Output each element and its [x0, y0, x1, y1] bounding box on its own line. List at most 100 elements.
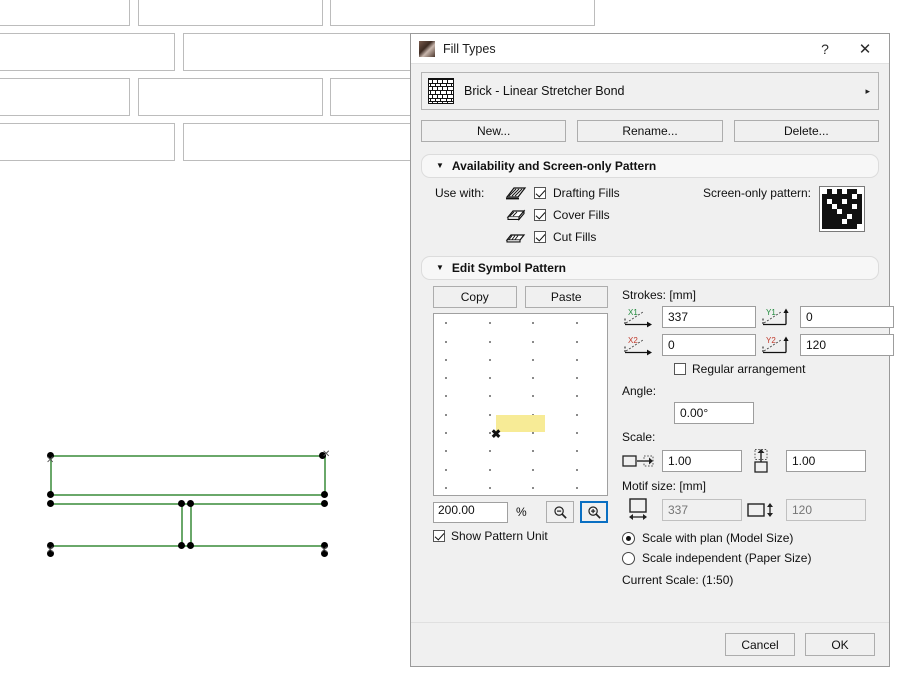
brick-shape[interactable]: [0, 123, 175, 161]
radio-button[interactable]: [622, 532, 635, 545]
brick-shape[interactable]: [183, 123, 448, 161]
grid-dot: [445, 322, 447, 324]
cancel-button[interactable]: Cancel: [725, 633, 795, 656]
scale-x-input[interactable]: 1.00: [662, 450, 742, 472]
pattern-unit-highlight[interactable]: [496, 415, 545, 432]
scale-y-input[interactable]: 1.00: [786, 450, 866, 472]
fill-brush-icon: [419, 41, 435, 57]
brick-shape[interactable]: [0, 78, 130, 116]
scale-mode-option-0[interactable]: Scale with plan (Model Size): [622, 528, 894, 548]
pattern-origin-marker[interactable]: ✖: [491, 429, 501, 439]
chevron-right-icon[interactable]: ▸: [865, 86, 870, 97]
scale-vertical-icon: [746, 448, 782, 474]
grid-dot: [489, 450, 491, 452]
y2-input[interactable]: 120: [800, 334, 894, 356]
x2-input[interactable]: 0: [662, 334, 756, 356]
wall-line[interactable]: [324, 455, 326, 495]
dialog-titlebar[interactable]: Fill Types ? ✕: [411, 34, 889, 64]
chevron-down-icon[interactable]: ▼: [436, 264, 444, 272]
checkbox[interactable]: [534, 209, 546, 221]
option-label: Cover Fills: [553, 208, 610, 222]
motif-height-icon: [746, 500, 782, 520]
brick-shape[interactable]: [138, 0, 323, 26]
wall-line[interactable]: [50, 494, 325, 496]
wall-end-marker: ✕: [46, 457, 54, 465]
new-button[interactable]: New...: [421, 120, 566, 142]
screen-only-pattern-label: Screen-only pattern:: [703, 186, 811, 200]
brick-shape[interactable]: [0, 33, 175, 71]
wall-node-handle[interactable]: [321, 500, 328, 507]
wall-node-handle[interactable]: [47, 491, 54, 498]
y1-axis-icon: Y1: [760, 306, 796, 328]
zoom-percent-unit: %: [514, 505, 527, 519]
grid-dot: [445, 487, 447, 489]
svg-text:X2: X2: [628, 336, 638, 345]
use-with-option-cover-fills[interactable]: Cover Fills: [505, 206, 620, 224]
chevron-down-icon[interactable]: ▼: [436, 162, 444, 170]
wall-node-handle[interactable]: [47, 500, 54, 507]
pattern-preview-canvas[interactable]: ✖: [433, 313, 608, 496]
grid-dot: [445, 414, 447, 416]
wall-line[interactable]: [190, 503, 192, 545]
brick-shape[interactable]: [138, 78, 323, 116]
scale-mode-option-1[interactable]: Scale independent (Paper Size): [622, 548, 894, 568]
availability-group-header[interactable]: ▼ Availability and Screen-only Pattern: [422, 155, 878, 177]
radio-button[interactable]: [622, 552, 635, 565]
show-pattern-unit-row[interactable]: Show Pattern Unit: [433, 529, 608, 543]
x1-input[interactable]: 337: [662, 306, 756, 328]
zoom-out-icon[interactable]: [546, 501, 574, 523]
svg-text:Y1: Y1: [766, 308, 776, 317]
show-pattern-unit-label: Show Pattern Unit: [451, 529, 548, 543]
grid-dot: [532, 469, 534, 471]
close-icon[interactable]: ✕: [845, 35, 885, 63]
x2-axis-icon: X2: [622, 334, 658, 356]
grid-dot: [489, 414, 491, 416]
grid-dot: [576, 432, 578, 434]
ok-button[interactable]: OK: [805, 633, 875, 656]
brick-shape[interactable]: [330, 0, 595, 26]
wall-line[interactable]: [181, 503, 183, 545]
checkbox[interactable]: [534, 231, 546, 243]
edit-symbol-body: Copy Paste ✖ 200.00 %: [421, 282, 879, 595]
edit-symbol-pattern-group: ▼ Edit Symbol Pattern: [421, 256, 879, 280]
wall-node-handle[interactable]: [187, 500, 194, 507]
angle-input[interactable]: 0.00°: [674, 402, 754, 424]
use-with-option-drafting-fills[interactable]: Drafting Fills: [505, 184, 620, 202]
paste-button[interactable]: Paste: [525, 286, 609, 308]
zoom-percent-input[interactable]: 200.00: [433, 502, 508, 523]
wall-node-handle[interactable]: [187, 542, 194, 549]
grid-dot: [489, 359, 491, 361]
copy-button[interactable]: Copy: [433, 286, 517, 308]
wall-node-handle[interactable]: [321, 491, 328, 498]
edit-symbol-group-title: Edit Symbol Pattern: [452, 261, 566, 275]
brick-shape[interactable]: [183, 33, 448, 71]
availability-group: ▼ Availability and Screen-only Pattern: [421, 154, 879, 178]
delete-button[interactable]: Delete...: [734, 120, 879, 142]
dialog-footer: Cancel OK: [411, 622, 889, 666]
y1-input[interactable]: 0: [800, 306, 894, 328]
option-label: Drafting Fills: [553, 186, 620, 200]
wall-node-handle[interactable]: [178, 542, 185, 549]
grid-dot: [576, 341, 578, 343]
use-with-option-cut-fills[interactable]: Cut Fills: [505, 228, 620, 246]
regular-arrangement-row[interactable]: Regular arrangement: [674, 362, 894, 376]
edit-symbol-group-header[interactable]: ▼ Edit Symbol Pattern: [422, 257, 878, 279]
show-pattern-unit-checkbox[interactable]: [433, 530, 445, 542]
grid-dot: [445, 469, 447, 471]
grid-dot: [532, 395, 534, 397]
help-button[interactable]: ?: [805, 35, 845, 63]
wall-line[interactable]: [50, 455, 325, 457]
screen-only-pattern-swatch[interactable]: [819, 186, 865, 232]
scale-horizontal-icon: [622, 453, 658, 469]
brick-pattern-swatch: [428, 78, 454, 104]
zoom-in-icon[interactable]: [580, 501, 608, 523]
wall-node-handle[interactable]: [178, 500, 185, 507]
grid-dot: [576, 450, 578, 452]
regular-arrangement-checkbox[interactable]: [674, 363, 686, 375]
motif-width-icon: [622, 497, 658, 523]
brick-shape[interactable]: [0, 0, 130, 26]
use-with-options: Drafting Fills Cover Fills Cut Fills: [505, 184, 620, 246]
fill-type-selector[interactable]: Brick - Linear Stretcher Bond ▸: [421, 72, 879, 110]
checkbox[interactable]: [534, 187, 546, 199]
rename-button[interactable]: Rename...: [577, 120, 722, 142]
